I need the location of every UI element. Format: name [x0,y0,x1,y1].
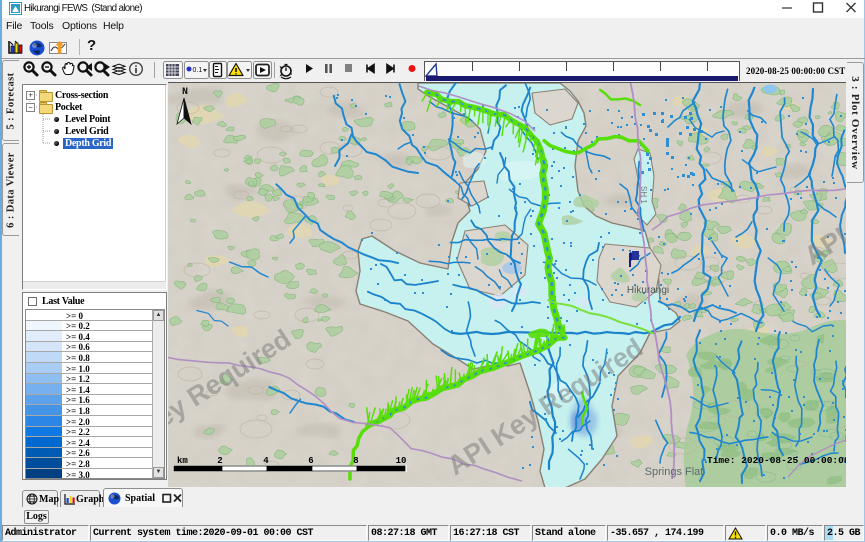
svg-text:0.1: 0.1 [193,67,203,74]
svg-text:km: km [177,456,188,466]
svg-text:SH 1: SH 1 [639,186,648,204]
svg-text:6: 6 [308,456,313,466]
svg-text:2: 2 [217,456,222,466]
svg-text:10: 10 [396,456,407,466]
svg-text:Time: 2020-08-25 00:00:00 CST: Time: 2020-08-25 00:00:00 CST [707,455,846,466]
svg-text:Hikurangi: Hikurangi [627,285,669,296]
svg-text:8: 8 [353,456,358,466]
svg-text:Springs Flat: Springs Flat [645,466,704,478]
svg-text:4: 4 [263,456,269,466]
svg-text:N: N [182,87,188,98]
